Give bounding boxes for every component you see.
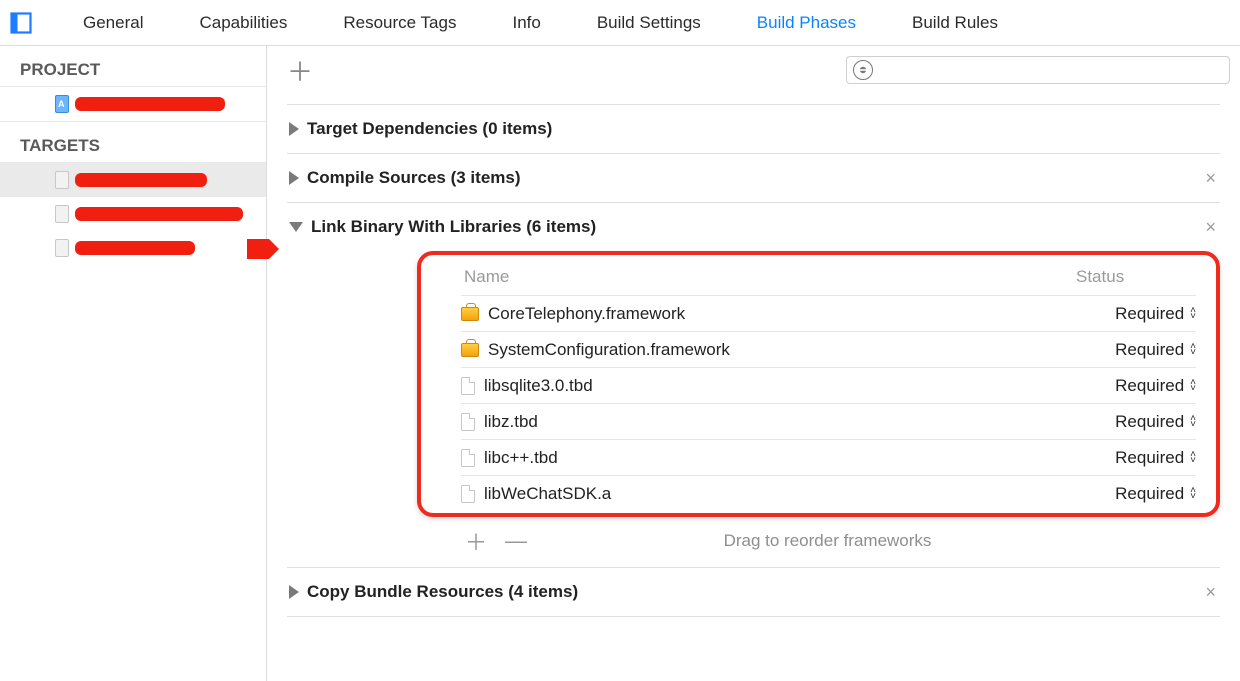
redaction-arrow-icon bbox=[247, 239, 279, 259]
tab-info[interactable]: Info bbox=[484, 0, 568, 46]
drag-hint: Drag to reorder frameworks bbox=[724, 531, 932, 551]
project-icon bbox=[55, 95, 69, 113]
library-name: libsqlite3.0.tbd bbox=[484, 376, 593, 396]
panel-toggle-icon bbox=[9, 11, 33, 35]
add-phase-button[interactable]: ＋ bbox=[277, 52, 323, 89]
framework-doc-icon bbox=[461, 449, 475, 467]
phase-toolbar: ＋ bbox=[267, 46, 1240, 94]
editor-tabbar: General Capabilities Resource Tags Info … bbox=[0, 0, 1240, 46]
project-section-header: PROJECT bbox=[0, 46, 266, 87]
tab-capabilities[interactable]: Capabilities bbox=[171, 0, 315, 46]
tab-general[interactable]: General bbox=[55, 0, 171, 46]
filter-field[interactable] bbox=[846, 56, 1230, 84]
framework-doc-icon bbox=[461, 485, 475, 503]
tab-build-phases[interactable]: Build Phases bbox=[729, 0, 884, 46]
library-row[interactable]: libz.tbd Required ˄˅ bbox=[461, 403, 1196, 439]
libraries-table-highlight: Name Status CoreTelephony.framework Requ… bbox=[417, 251, 1220, 517]
remove-library-button[interactable]: — bbox=[505, 528, 527, 554]
phase-title: Compile Sources (3 items) bbox=[307, 168, 521, 188]
disclosure-triangle-icon[interactable] bbox=[289, 171, 299, 185]
phase-title: Copy Bundle Resources (4 items) bbox=[307, 582, 578, 602]
library-status[interactable]: Required bbox=[1115, 484, 1184, 504]
filter-icon bbox=[853, 60, 873, 80]
phase-title: Link Binary With Libraries (6 items) bbox=[311, 217, 596, 237]
target-row[interactable] bbox=[0, 163, 266, 197]
library-name: CoreTelephony.framework bbox=[488, 304, 685, 324]
tab-build-settings[interactable]: Build Settings bbox=[569, 0, 729, 46]
framework-toolbox-icon bbox=[461, 343, 479, 357]
library-name: libc++.tbd bbox=[484, 448, 558, 468]
add-library-button[interactable]: ＋ bbox=[465, 525, 487, 557]
column-name: Name bbox=[464, 267, 1076, 287]
remove-phase-button[interactable]: × bbox=[1205, 582, 1216, 603]
library-status[interactable]: Required bbox=[1115, 304, 1184, 324]
phase-header[interactable]: Link Binary With Libraries (6 items) bbox=[287, 217, 1220, 237]
disclosure-triangle-icon[interactable] bbox=[289, 122, 299, 136]
redacted-text bbox=[75, 207, 243, 221]
column-status: Status bbox=[1076, 267, 1196, 287]
project-row[interactable] bbox=[0, 87, 266, 121]
libraries-table-header: Name Status bbox=[461, 259, 1196, 295]
library-row[interactable]: CoreTelephony.framework Required ˄˅ bbox=[461, 295, 1196, 331]
phase-target-dependencies[interactable]: Target Dependencies (0 items) bbox=[287, 104, 1220, 154]
library-status[interactable]: Required bbox=[1115, 448, 1184, 468]
project-navigator: PROJECT TARGETS bbox=[0, 46, 267, 681]
library-name: SystemConfiguration.framework bbox=[488, 340, 730, 360]
library-status[interactable]: Required bbox=[1115, 376, 1184, 396]
phase-link-binary: Link Binary With Libraries (6 items) × N… bbox=[287, 203, 1220, 568]
target-icon bbox=[55, 205, 69, 223]
library-row[interactable]: libc++.tbd Required ˄˅ bbox=[461, 439, 1196, 475]
disclosure-triangle-icon[interactable] bbox=[289, 585, 299, 599]
tab-build-rules[interactable]: Build Rules bbox=[884, 0, 1026, 46]
redacted-text bbox=[75, 173, 207, 187]
status-stepper-icon[interactable]: ˄˅ bbox=[1190, 308, 1196, 320]
library-row[interactable]: libsqlite3.0.tbd Required ˄˅ bbox=[461, 367, 1196, 403]
remove-phase-button[interactable]: × bbox=[1205, 217, 1216, 238]
phase-title: Target Dependencies (0 items) bbox=[307, 119, 552, 139]
panel-toggle-button[interactable] bbox=[7, 9, 35, 37]
status-stepper-icon[interactable]: ˄˅ bbox=[1190, 488, 1196, 500]
library-row[interactable]: libWeChatSDK.a Required ˄˅ bbox=[461, 475, 1196, 511]
phase-compile-sources[interactable]: Compile Sources (3 items) × bbox=[287, 154, 1220, 203]
status-stepper-icon[interactable]: ˄˅ bbox=[1190, 416, 1196, 428]
editor-content: ＋ Target Dependencies (0 items) Compile … bbox=[267, 46, 1240, 681]
library-status[interactable]: Required bbox=[1115, 412, 1184, 432]
target-icon bbox=[55, 239, 69, 257]
library-name: libz.tbd bbox=[484, 412, 538, 432]
target-row[interactable] bbox=[0, 231, 266, 265]
status-stepper-icon[interactable]: ˄˅ bbox=[1190, 380, 1196, 392]
redacted-text bbox=[75, 97, 225, 111]
status-stepper-icon[interactable]: ˄˅ bbox=[1190, 452, 1196, 464]
framework-doc-icon bbox=[461, 377, 475, 395]
redacted-text bbox=[75, 241, 195, 255]
framework-toolbox-icon bbox=[461, 307, 479, 321]
status-stepper-icon[interactable]: ˄˅ bbox=[1190, 344, 1196, 356]
tab-resource-tags[interactable]: Resource Tags bbox=[315, 0, 484, 46]
library-row[interactable]: SystemConfiguration.framework Required ˄˅ bbox=[461, 331, 1196, 367]
filter-input[interactable] bbox=[873, 58, 1223, 82]
target-row[interactable] bbox=[0, 197, 266, 231]
target-icon bbox=[55, 171, 69, 189]
remove-phase-button[interactable]: × bbox=[1205, 168, 1216, 189]
framework-doc-icon bbox=[461, 413, 475, 431]
libraries-footer: ＋ — Drag to reorder frameworks bbox=[417, 517, 1220, 561]
targets-section-header: TARGETS bbox=[0, 121, 266, 163]
phase-copy-bundle-resources[interactable]: Copy Bundle Resources (4 items) × bbox=[287, 568, 1220, 617]
library-status[interactable]: Required bbox=[1115, 340, 1184, 360]
library-name: libWeChatSDK.a bbox=[484, 484, 611, 504]
disclosure-triangle-icon[interactable] bbox=[289, 222, 303, 232]
